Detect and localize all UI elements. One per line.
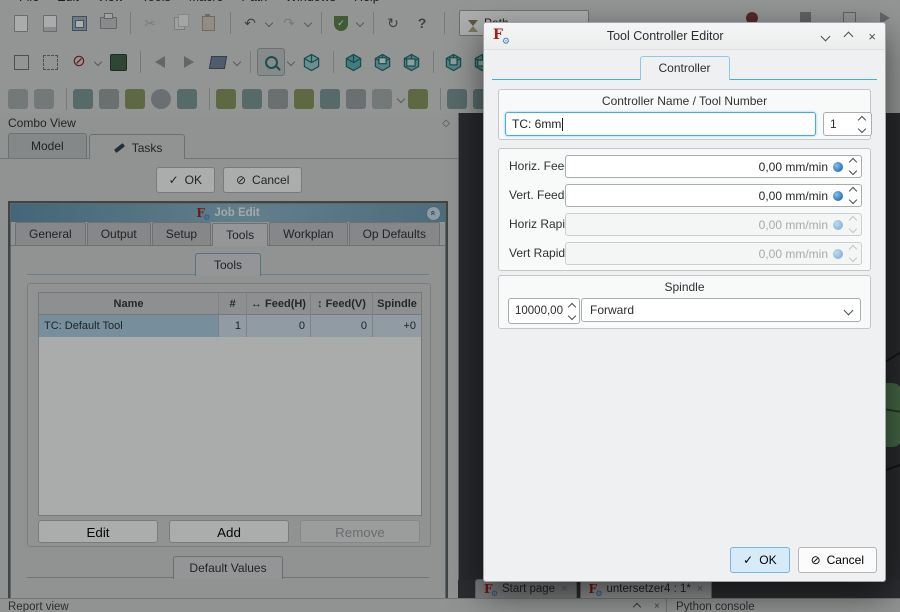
shade-button[interactable] <box>821 31 831 41</box>
spindle-direction-value: Forward <box>590 303 634 317</box>
check-icon: ✓ <box>743 553 753 567</box>
expression-bind-icon <box>833 220 843 230</box>
tab-controller[interactable]: Controller <box>640 56 730 80</box>
spin-up-icon[interactable] <box>849 187 857 195</box>
spin-down-icon[interactable] <box>858 124 866 132</box>
dialog-title: Tool Controller Editor <box>508 29 822 43</box>
horiz-feed-input[interactable]: 0,00 mm/min <box>565 155 862 178</box>
spin-down-icon[interactable] <box>849 196 857 204</box>
spin-up-icon[interactable] <box>858 115 866 123</box>
spin-up-icon[interactable] <box>849 158 857 166</box>
spin-down-icon[interactable] <box>568 311 576 319</box>
horiz-rapid-row: Horiz Rapid 0,00 mm/min <box>499 213 870 236</box>
tool-number-spinbox[interactable]: 1 <box>823 112 872 136</box>
name-group: Controller Name / Tool Number TC: 6mm 1 <box>498 89 871 140</box>
close-button[interactable]: × <box>868 30 876 43</box>
controller-name-input[interactable]: TC: 6mm <box>505 112 816 136</box>
chevron-down-icon <box>844 305 854 315</box>
horiz-feed-row: Horiz. Feed 0,00 mm/min <box>499 155 870 178</box>
vert-feed-row: Vert. Feed 0,00 mm/min <box>499 184 870 207</box>
ok-button[interactable]: ✓ OK <box>730 547 789 573</box>
tool-number-value: 1 <box>830 117 837 131</box>
spindle-label: Spindle <box>499 280 870 294</box>
ok-label: OK <box>759 553 776 567</box>
vert-rapid-label: Vert Rapid <box>509 242 565 265</box>
freecad-icon: F⚙ <box>493 29 508 43</box>
horiz-feed-value: 0,00 mm/min <box>759 160 828 174</box>
horiz-rapid-value: 0,00 mm/min <box>759 218 828 232</box>
name-group-label: Controller Name / Tool Number <box>499 94 870 108</box>
horiz-feed-label: Horiz. Feed <box>509 155 571 178</box>
controller-name-value: TC: 6mm <box>512 117 561 131</box>
horiz-rapid-label: Horiz Rapid <box>509 213 572 236</box>
vert-feed-value: 0,00 mm/min <box>759 189 828 203</box>
window-buttons: × <box>822 30 876 43</box>
expression-bind-icon <box>833 249 843 259</box>
spin-down-icon[interactable] <box>849 167 857 175</box>
expression-bind-icon[interactable] <box>833 162 843 172</box>
tool-controller-editor-dialog: F⚙ Tool Controller Editor × Controller C… <box>483 22 886 582</box>
vert-feed-label: Vert. Feed <box>509 184 564 207</box>
dialog-buttons: ✓ OK ⊘ Cancel <box>730 547 877 573</box>
cancel-icon: ⊘ <box>811 553 821 567</box>
horiz-rapid-input: 0,00 mm/min <box>565 213 862 236</box>
spin-down-icon <box>849 254 857 262</box>
vert-feed-input[interactable]: 0,00 mm/min <box>565 184 862 207</box>
spindle-speed-spinbox[interactable]: 10000,00 <box>508 298 580 324</box>
spin-up-icon[interactable] <box>568 302 576 310</box>
expression-bind-icon[interactable] <box>833 191 843 201</box>
spin-down-icon <box>849 225 857 233</box>
dialog-titlebar[interactable]: F⚙ Tool Controller Editor × <box>484 23 885 50</box>
spindle-direction-select[interactable]: Forward <box>581 298 861 322</box>
spindle-speed-value: 10000,00 <box>515 305 563 317</box>
freecad-window: File Edit View Tools Macro Path Windows … <box>0 0 900 612</box>
vert-rapid-value: 0,00 mm/min <box>759 247 828 261</box>
cancel-button[interactable]: ⊘ Cancel <box>798 547 877 573</box>
vert-rapid-input: 0,00 mm/min <box>565 242 862 265</box>
spindle-group: Spindle 10000,00 Forward <box>498 275 871 329</box>
cancel-label: Cancel <box>827 553 864 567</box>
text-caret <box>562 118 563 131</box>
spin-up-icon <box>849 245 857 253</box>
vert-rapid-row: Vert Rapid 0,00 mm/min <box>499 242 870 265</box>
feeds-group: Horiz. Feed 0,00 mm/min Vert. Feed 0,00 … <box>498 148 871 271</box>
spin-up-icon <box>849 216 857 224</box>
maximize-button[interactable] <box>844 31 854 41</box>
